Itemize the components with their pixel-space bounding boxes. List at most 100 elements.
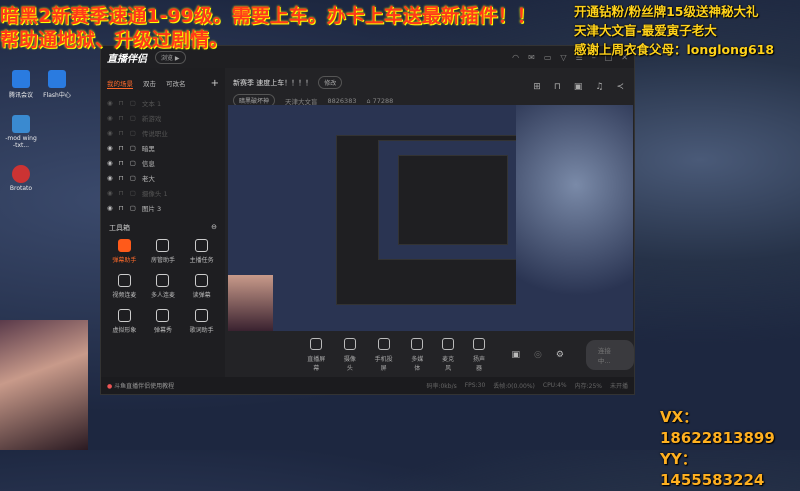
source-label: 信息 xyxy=(141,159,155,168)
tool-label: 弹幕助手 xyxy=(112,257,137,264)
toolbar-label: 扬声器 xyxy=(473,356,486,372)
eye-icon[interactable]: ◉ xyxy=(107,99,113,107)
lock-icon[interactable]: ⊓ xyxy=(554,82,561,92)
text-source-icon: ▢ xyxy=(129,128,136,137)
lock-icon[interactable]: ⊓ xyxy=(119,159,124,167)
lock-icon[interactable]: ⊓ xyxy=(119,129,124,137)
lock-icon[interactable]: ⊓ xyxy=(119,189,124,197)
tab-scene-3[interactable]: 可改名 xyxy=(166,78,186,89)
lock-icon[interactable]: ⊓ xyxy=(119,204,124,212)
tab-scene-2[interactable]: 双击 xyxy=(143,78,156,89)
status-stat: 内存:25% xyxy=(574,383,602,390)
heat-icon: ⌂ xyxy=(366,96,371,105)
tool-icon xyxy=(117,274,131,287)
overlay-contact: VX：18622813899 YY：1455583224 xyxy=(660,408,775,489)
tool-label: 虚拟形象 xyxy=(112,327,137,334)
share-icon[interactable]: ≺ xyxy=(616,82,624,92)
mail-icon[interactable]: ✉ xyxy=(528,53,535,62)
edit-title-button[interactable]: 修改 xyxy=(318,76,343,89)
toolbar-button[interactable]: 手机投屏 xyxy=(372,338,394,372)
lock-icon[interactable]: ⊓ xyxy=(119,144,124,152)
status-stat: CPU:4% xyxy=(542,382,567,389)
screen-icon[interactable]: ▭ xyxy=(544,53,552,62)
filter-icon[interactable]: ▽ xyxy=(560,53,566,62)
text-source-icon: ▢ xyxy=(129,188,136,197)
room-id: 8826383 xyxy=(327,96,357,105)
toolbar-button[interactable]: 扬声器 xyxy=(471,338,488,372)
eye-icon[interactable]: ◉ xyxy=(107,114,113,122)
tool-label: 读弹幕 xyxy=(192,292,211,299)
tab-scene[interactable]: 我的场景 xyxy=(107,78,133,89)
source-item[interactable]: ◉ ⊓ ▢ 暗黑 xyxy=(101,140,225,155)
gift-icon[interactable]: ⊞ xyxy=(533,82,541,92)
source-item[interactable]: ◉ ⊓ ▢ 信息 xyxy=(101,155,225,170)
tool-icon xyxy=(156,309,170,322)
bell-icon[interactable]: ♫ xyxy=(595,82,603,92)
desktop-icon[interactable]: Brotato xyxy=(4,165,38,192)
text-source-icon: ▢ xyxy=(129,143,136,152)
record-icon[interactable]: ▣ xyxy=(511,350,520,360)
tool-item[interactable]: 多人连麦 xyxy=(144,274,183,299)
lock-icon[interactable]: ⊓ xyxy=(119,114,124,122)
settings-icon[interactable]: ⚙ xyxy=(556,350,564,360)
tool-icon xyxy=(195,239,209,252)
text-source-icon: ▢ xyxy=(129,203,136,212)
source-item[interactable]: ◉ ⊓ ▢ 图片 3 xyxy=(101,200,225,215)
tool-item[interactable]: 弹幕助手 xyxy=(105,239,144,264)
eye-icon[interactable]: ◉ xyxy=(107,174,113,182)
tool-item[interactable]: 房管助手 xyxy=(144,239,183,264)
eye-icon[interactable]: ◉ xyxy=(107,129,113,137)
toolbar-button[interactable]: 直播屏幕 xyxy=(305,338,327,372)
timer-icon[interactable]: ◎ xyxy=(534,350,542,360)
source-item[interactable]: ◉ ⊓ ▢ 文本 1 xyxy=(101,95,225,110)
stream-header: 新赛季 速度上车！！！！ 修改 暗黑破坏神 天津大文盲 8826383 ⌂ 77288 ⊞… xyxy=(227,68,634,107)
collapse-icon[interactable]: ⊖ xyxy=(211,223,217,233)
toolbar-label: 麦克风 xyxy=(442,356,455,372)
source-item[interactable]: ◉ ⊓ ▢ 老大 xyxy=(101,170,225,185)
source-item[interactable]: ◉ ⊓ ▢ 传说职业 xyxy=(101,125,225,140)
toolbar-icon xyxy=(442,338,455,350)
toolbar-button[interactable]: 多媒体 xyxy=(409,338,426,372)
tool-item[interactable]: 弹幕秀 xyxy=(144,309,183,334)
desktop-icon[interactable]: Flash中心 xyxy=(40,70,74,99)
eye-icon[interactable]: ◉ xyxy=(107,204,113,212)
source-item[interactable]: ◉ ⊓ ▢ 新游戏 xyxy=(101,110,225,125)
source-list: ◉ ⊓ ▢ 文本 1 ◉ ⊓ ▢ 新游戏 ◉ ⊓ ▢ 传说职业 ◉ ⊓ ▢ 暗黑 ◉ ⊓ ▢ 信息 ◉ ⊓ ▢ 老大 ◉ ⊓ ▢ 摄像… xyxy=(101,95,225,215)
toolbar-label: 摄像头 xyxy=(343,356,356,372)
tutorial-link[interactable]: ● 斗鱼直播伴侣使用教程 xyxy=(107,381,174,390)
source-item[interactable]: ◉ ⊓ ▢ 摄像头 1 xyxy=(101,185,225,200)
preview-pill[interactable]: 浏览 ▶ xyxy=(155,50,186,64)
status-stat: 码率:0kb/s xyxy=(426,383,457,390)
tool-item[interactable]: 读弹幕 xyxy=(182,274,221,299)
tool-item[interactable]: 虚拟形象 xyxy=(105,309,144,334)
headset-icon[interactable]: ◠ xyxy=(512,53,519,62)
lock-icon[interactable]: ⊓ xyxy=(119,174,124,182)
tool-item[interactable]: 视频连麦 xyxy=(105,274,144,299)
toolbar-button[interactable]: 麦克风 xyxy=(440,338,457,372)
eye-icon[interactable]: ◉ xyxy=(107,189,113,197)
lock-icon[interactable]: ⊓ xyxy=(119,99,124,107)
overlay-right-text: 开通钻粉/粉丝牌15级送神秘大礼 天津大文盲-最爱寅子老大 感谢上周衣食父母：lon… xyxy=(574,4,775,57)
tool-icon xyxy=(156,274,170,287)
layout-icon[interactable]: ▣ xyxy=(574,82,583,92)
tool-label: 主播任务 xyxy=(189,257,214,264)
source-label: 暗黑 xyxy=(141,144,155,153)
desktop-icon[interactable]: 腾讯会议 xyxy=(4,70,38,99)
heat-count: 77288 xyxy=(372,96,394,105)
stream-preview[interactable] xyxy=(228,105,633,331)
streamer-name: 天津大文盲 xyxy=(285,97,318,106)
toolbar-button[interactable]: 摄像头 xyxy=(341,338,358,372)
tool-item[interactable]: 主播任务 xyxy=(182,239,221,264)
toolbar-label: 多媒体 xyxy=(411,356,424,372)
tool-item[interactable]: 歌词助手 xyxy=(182,309,221,334)
eye-icon[interactable]: ◉ xyxy=(107,144,113,152)
start-live-button[interactable]: 连接中... xyxy=(585,340,634,370)
add-scene-button[interactable]: + xyxy=(211,78,219,89)
desktop-icon[interactable]: -mod wing -txt... xyxy=(4,115,38,149)
toolbox-grid: 弹幕助手 房管助手 主播任务视频连麦 多人连麦 读弹幕虚拟形象 弹幕秀 歌词助手 xyxy=(101,239,225,334)
source-label: 老大 xyxy=(141,174,155,183)
eye-icon[interactable]: ◉ xyxy=(107,159,113,167)
tool-label: 多人连麦 xyxy=(150,292,175,299)
toolbar-icon xyxy=(473,338,486,350)
app-window: 直播伴侣 浏览 ▶ ◠ ✉ ▭ ▽ ☰ – □ ✕ 我的场景 双击 可改名 + ◉ ⊓ ▢ 文本 1 ◉ ⊓ ▢… xyxy=(100,45,635,395)
